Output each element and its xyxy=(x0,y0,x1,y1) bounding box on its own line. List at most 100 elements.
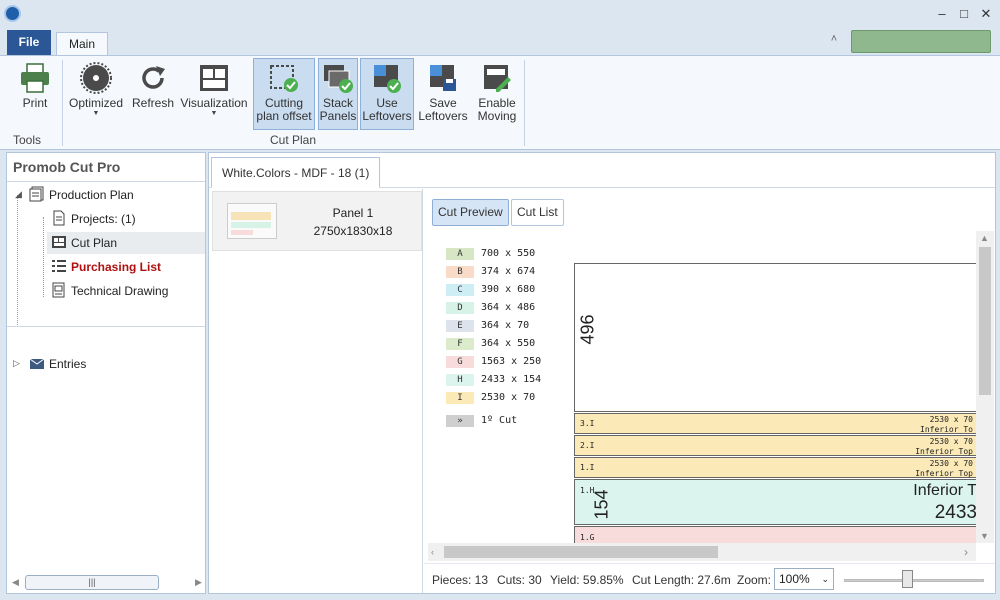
strip-1g: 1.G xyxy=(574,526,976,544)
legend-dimensions: 2433 x 154 xyxy=(481,374,542,385)
stack-panels-button[interactable]: Stack Panels xyxy=(318,58,358,130)
scroll-right-icon[interactable]: ▶ xyxy=(195,577,202,588)
scrollbar-thumb[interactable] xyxy=(444,546,718,558)
tree-item-technical-drawing[interactable]: Technical Drawing xyxy=(51,280,201,302)
tree-item-purchasing-list[interactable]: Purchasing List xyxy=(51,256,201,278)
legend-row: F 364 x 550 xyxy=(446,337,535,355)
zoom-label: Zoom: xyxy=(737,573,772,587)
technical-drawing-icon xyxy=(52,282,65,298)
app-logo-icon xyxy=(4,5,21,22)
cut-list-button[interactable]: Cut List xyxy=(511,199,564,226)
maximize-icon[interactable]: □ xyxy=(952,4,976,24)
legend-swatch: B xyxy=(446,266,474,278)
tree-item-entries[interactable]: Entries xyxy=(29,353,199,375)
vertical-scrollbar[interactable]: ▲ ▼ xyxy=(976,231,994,543)
cutting-offset-label-2: plan offset xyxy=(256,109,312,123)
legend-swatch: G xyxy=(446,356,474,368)
scroll-down-icon[interactable]: ▼ xyxy=(980,531,989,541)
expand-arrow-icon[interactable]: ▷ xyxy=(13,358,20,369)
scroll-up-icon[interactable]: ▲ xyxy=(980,233,989,243)
ribbon: Print Tools Optimized ▼ Refresh Visualiz… xyxy=(0,55,1000,150)
use-leftovers-button[interactable]: Use Leftovers xyxy=(360,58,414,130)
tree-item-label: Technical Drawing xyxy=(71,284,169,298)
legend-first-cut: » 1º Cut xyxy=(446,414,517,432)
enable-moving-label-1: Enable xyxy=(478,96,516,110)
strip-2i: 2.I 2530 x 70 Inferior Top xyxy=(574,435,976,456)
save-leftovers-label-2: Leftovers xyxy=(418,109,468,123)
zoom-slider-thumb[interactable] xyxy=(902,570,913,588)
cut-plan-group-label: Cut Plan xyxy=(270,133,317,147)
legend-swatch: E xyxy=(446,320,474,332)
legend-dimensions: 700 x 550 xyxy=(481,248,536,259)
strip-1i: 1.I 2530 x 70 Inferior Top xyxy=(574,457,976,478)
document-tab[interactable]: White.Colors - MDF - 18 (1) xyxy=(211,157,381,188)
save-leftovers-label-1: Save xyxy=(429,96,457,110)
legend-swatch: » xyxy=(446,415,474,427)
legend-dimensions: 364 x 486 xyxy=(481,302,536,313)
legend-dimensions: 2530 x 70 xyxy=(481,392,536,403)
printer-icon xyxy=(21,63,49,93)
ribbon-tab-bar: File Main ˄ xyxy=(0,28,1000,56)
piece-block: 496 xyxy=(574,263,976,412)
zoom-select[interactable]: 100% ⌄ xyxy=(774,568,834,590)
file-tab[interactable]: File xyxy=(7,30,51,55)
navigation-tree: Promob Cut Pro ◢ Production Plan Project… xyxy=(6,152,206,594)
ribbon-separator xyxy=(62,60,63,146)
optimized-button[interactable]: Optimized ▼ xyxy=(66,58,126,130)
print-button[interactable]: Print xyxy=(10,58,60,130)
cut-preview-button[interactable]: Cut Preview xyxy=(432,199,509,226)
close-icon[interactable]: ✕ xyxy=(974,4,998,24)
list-icon xyxy=(52,260,66,272)
save-leftovers-button[interactable]: Save Leftovers xyxy=(416,58,470,130)
legend-dimensions: 364 x 70 xyxy=(481,320,530,331)
scroll-left-icon[interactable]: ◀ xyxy=(12,577,19,588)
tree-item-cut-plan[interactable]: Cut Plan xyxy=(47,232,205,254)
scrollbar-thumb[interactable]: ||| xyxy=(25,575,159,590)
tree-item-production-plan[interactable]: Production Plan xyxy=(29,184,199,206)
collapse-ribbon-icon[interactable]: ˄ xyxy=(826,33,842,49)
yield-value: Yield: 59.85% xyxy=(550,573,624,587)
tree-item-label: Production Plan xyxy=(49,188,134,202)
tree-item-projects[interactable]: Projects: (1) xyxy=(51,208,201,230)
scroll-left-icon[interactable]: ‹ xyxy=(431,547,434,557)
strip-name: Inferior T xyxy=(913,482,976,499)
zoom-slider-track[interactable] xyxy=(844,579,984,582)
chevron-down-icon: ▼ xyxy=(92,110,100,117)
strip-1h: 1.H 154 Inferior T 2433 xyxy=(574,479,976,525)
minimize-icon[interactable]: – xyxy=(930,4,954,24)
status-indicator xyxy=(851,30,991,53)
legend-swatch: I xyxy=(446,392,474,404)
enable-moving-button[interactable]: Enable Moving xyxy=(472,58,522,130)
main-tab[interactable]: Main xyxy=(56,32,108,56)
collapse-arrow-icon[interactable]: ◢ xyxy=(15,189,22,200)
strip-value: 2433 xyxy=(934,502,976,523)
panel-list-item[interactable]: Panel 1 2750x1830x18 xyxy=(212,191,422,251)
cut-drawing: 496 3.I 2530 x 70 Inferior To 2.I 2530 x … xyxy=(574,263,976,544)
enable-moving-label-2: Moving xyxy=(477,109,517,123)
pieces-count: Pieces: 13 xyxy=(432,573,489,587)
refresh-label: Refresh xyxy=(131,96,175,110)
legend-swatch: C xyxy=(446,284,474,296)
tree-line xyxy=(17,195,18,325)
refresh-button[interactable]: Refresh xyxy=(130,58,176,130)
cutting-plan-offset-button[interactable]: Cutting plan offset xyxy=(253,58,315,130)
print-label: Print xyxy=(22,96,48,110)
document-icon xyxy=(53,210,65,226)
thumbnail-strip xyxy=(231,212,271,220)
horizontal-scrollbar[interactable]: ‹ › xyxy=(428,543,976,561)
legend-swatch: F xyxy=(446,338,474,350)
scrollbar-thumb[interactable] xyxy=(979,247,991,395)
tree-line xyxy=(43,217,44,297)
status-bar: Pieces: 13 Cuts: 30 Yield: 59.85% Cut Le… xyxy=(424,563,995,593)
strip-3i: 3.I 2530 x 70 Inferior To xyxy=(574,413,976,434)
visualization-button[interactable]: Visualization ▼ xyxy=(178,58,250,130)
legend-row: D 364 x 486 xyxy=(446,301,535,319)
content-area: White.Colors - MDF - 18 (1) Panel 1 2750… xyxy=(208,152,996,594)
strip-dimension: 2530 x 70 Inferior Top xyxy=(915,459,973,478)
scroll-right-icon[interactable]: › xyxy=(964,545,968,559)
strip-label: 1.I xyxy=(580,463,595,472)
divider xyxy=(7,181,205,182)
nav-horizontal-scrollbar[interactable]: ◀ ||| ▶ xyxy=(9,574,205,591)
panel-dimensions: 2750x1830x18 xyxy=(313,224,393,238)
visualization-icon xyxy=(200,65,228,91)
